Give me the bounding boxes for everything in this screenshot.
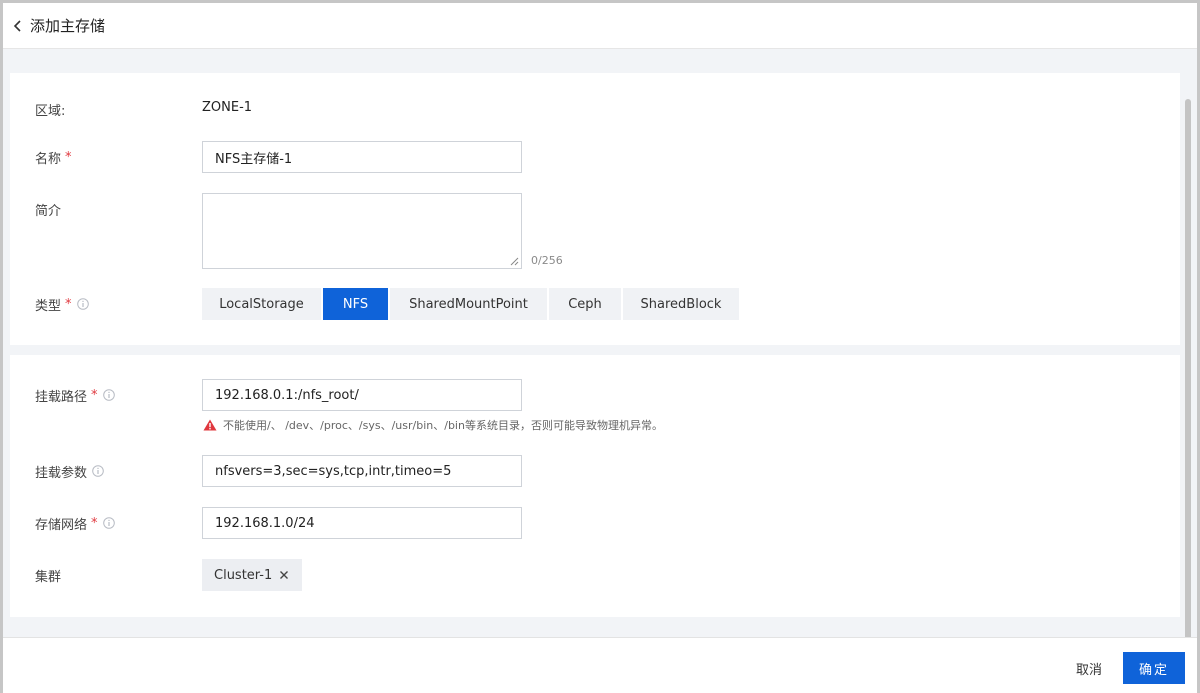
description-counter: 0/256 [531, 254, 563, 267]
option-label: SharedMountPoint [409, 296, 528, 312]
name-label: 名称 * [35, 147, 72, 167]
vertical-scrollbar[interactable] [1185, 99, 1191, 669]
type-segmented-control: LocalStorage NFS SharedMountPoint Ceph S… [202, 288, 741, 320]
info-icon[interactable] [76, 298, 89, 310]
form-content: 区域: ZONE-1 名称 * NFS主存储-1 简介 0/256 类型 * L… [3, 49, 1197, 669]
cluster-row: 集群 Cluster-1 [10, 559, 1180, 591]
option-label: LocalStorage [219, 296, 304, 312]
description-row: 简介 0/256 [10, 193, 1180, 269]
option-label: NFS [342, 296, 369, 312]
type-option-nfs[interactable]: NFS [323, 288, 388, 320]
footer-bar: 取消 确定 [3, 637, 1197, 693]
storage-network-label: 存储网络 * [35, 513, 115, 533]
mount-path-label: 挂载路径 * [35, 385, 115, 405]
page-header: 添加主存储 [3, 3, 1197, 49]
info-icon[interactable] [92, 465, 104, 477]
cluster-tag: Cluster-1 [202, 559, 302, 591]
required-mark: * [91, 387, 98, 403]
type-option-ceph[interactable]: Ceph [549, 288, 621, 320]
option-label: SharedBlock [640, 296, 722, 312]
option-label: Ceph [568, 296, 602, 312]
name-row: 名称 * NFS主存储-1 [10, 141, 1180, 173]
required-mark: * [65, 149, 72, 165]
required-mark: * [65, 296, 72, 312]
mount-params-label: 挂载参数 [35, 461, 104, 481]
warning-triangle-icon [203, 419, 217, 431]
zone-label: 区域: [35, 103, 66, 119]
confirm-button[interactable]: 确定 [1123, 652, 1185, 684]
mount-path-label-text: 挂载路径 [35, 389, 88, 405]
info-icon[interactable] [102, 389, 115, 401]
storage-network-label-text: 存储网络 [35, 517, 88, 533]
warning-text: 不能使用/、 /dev、/proc、/sys、/usr/bin、/bin等系统目… [223, 419, 663, 432]
cancel-button[interactable]: 取消 [1061, 652, 1117, 684]
close-icon[interactable] [279, 570, 289, 580]
required-mark: * [91, 515, 98, 531]
name-input-value: NFS主存储-1 [215, 151, 293, 167]
storage-network-row: 存储网络 * 192.168.1.0/24 [10, 507, 1180, 539]
mount-params-row: 挂载参数 nfsvers=3,sec=sys,tcp,intr,timeo=5 [10, 455, 1180, 487]
cluster-label: 集群 [35, 569, 62, 585]
description-label: 简介 [35, 203, 62, 219]
basic-info-card: 区域: ZONE-1 名称 * NFS主存储-1 简介 0/256 类型 * L… [10, 73, 1180, 345]
type-label: 类型 * [35, 294, 89, 314]
mount-path-value: 192.168.0.1:/nfs_root/ [215, 387, 359, 403]
info-icon[interactable] [102, 517, 115, 529]
type-option-sharedblock[interactable]: SharedBlock [623, 288, 739, 320]
storage-network-input[interactable]: 192.168.1.0/24 [202, 507, 522, 539]
window-frame: 添加主存储 区域: ZONE-1 名称 * NFS主存储-1 简介 0/256 … [0, 0, 1200, 693]
storage-network-value: 192.168.1.0/24 [215, 515, 315, 531]
resize-handle-icon[interactable] [510, 257, 519, 266]
zone-row: 区域: ZONE-1 [10, 99, 1180, 119]
description-textarea[interactable] [202, 193, 522, 269]
chevron-left-icon [13, 19, 21, 32]
mount-path-row: 挂载路径 * 192.168.0.1:/nfs_root/ [10, 379, 1180, 411]
cluster-tag-label: Cluster-1 [214, 567, 273, 583]
name-label-text: 名称 [35, 151, 62, 167]
type-row: 类型 * LocalStorage NFS SharedMountPoint Ce… [10, 288, 1180, 320]
mount-params-input[interactable]: nfsvers=3,sec=sys,tcp,intr,timeo=5 [202, 455, 522, 487]
mount-params-value: nfsvers=3,sec=sys,tcp,intr,timeo=5 [215, 463, 452, 479]
page-title: 添加主存储 [30, 17, 106, 35]
name-input[interactable]: NFS主存储-1 [202, 141, 522, 173]
type-option-localstorage[interactable]: LocalStorage [202, 288, 321, 320]
mount-params-label-text: 挂载参数 [35, 465, 88, 481]
type-label-text: 类型 [35, 298, 62, 314]
mount-path-input[interactable]: 192.168.0.1:/nfs_root/ [202, 379, 522, 411]
back-button[interactable]: 添加主存储 [13, 15, 105, 36]
type-option-sharedmountpoint[interactable]: SharedMountPoint [390, 288, 547, 320]
mount-settings-card: 挂载路径 * 192.168.0.1:/nfs_root/ 不能使用/、 /de… [10, 355, 1180, 617]
mount-path-warning: 不能使用/、 /dev、/proc、/sys、/usr/bin、/bin等系统目… [203, 417, 663, 433]
zone-value: ZONE-1 [202, 100, 253, 115]
